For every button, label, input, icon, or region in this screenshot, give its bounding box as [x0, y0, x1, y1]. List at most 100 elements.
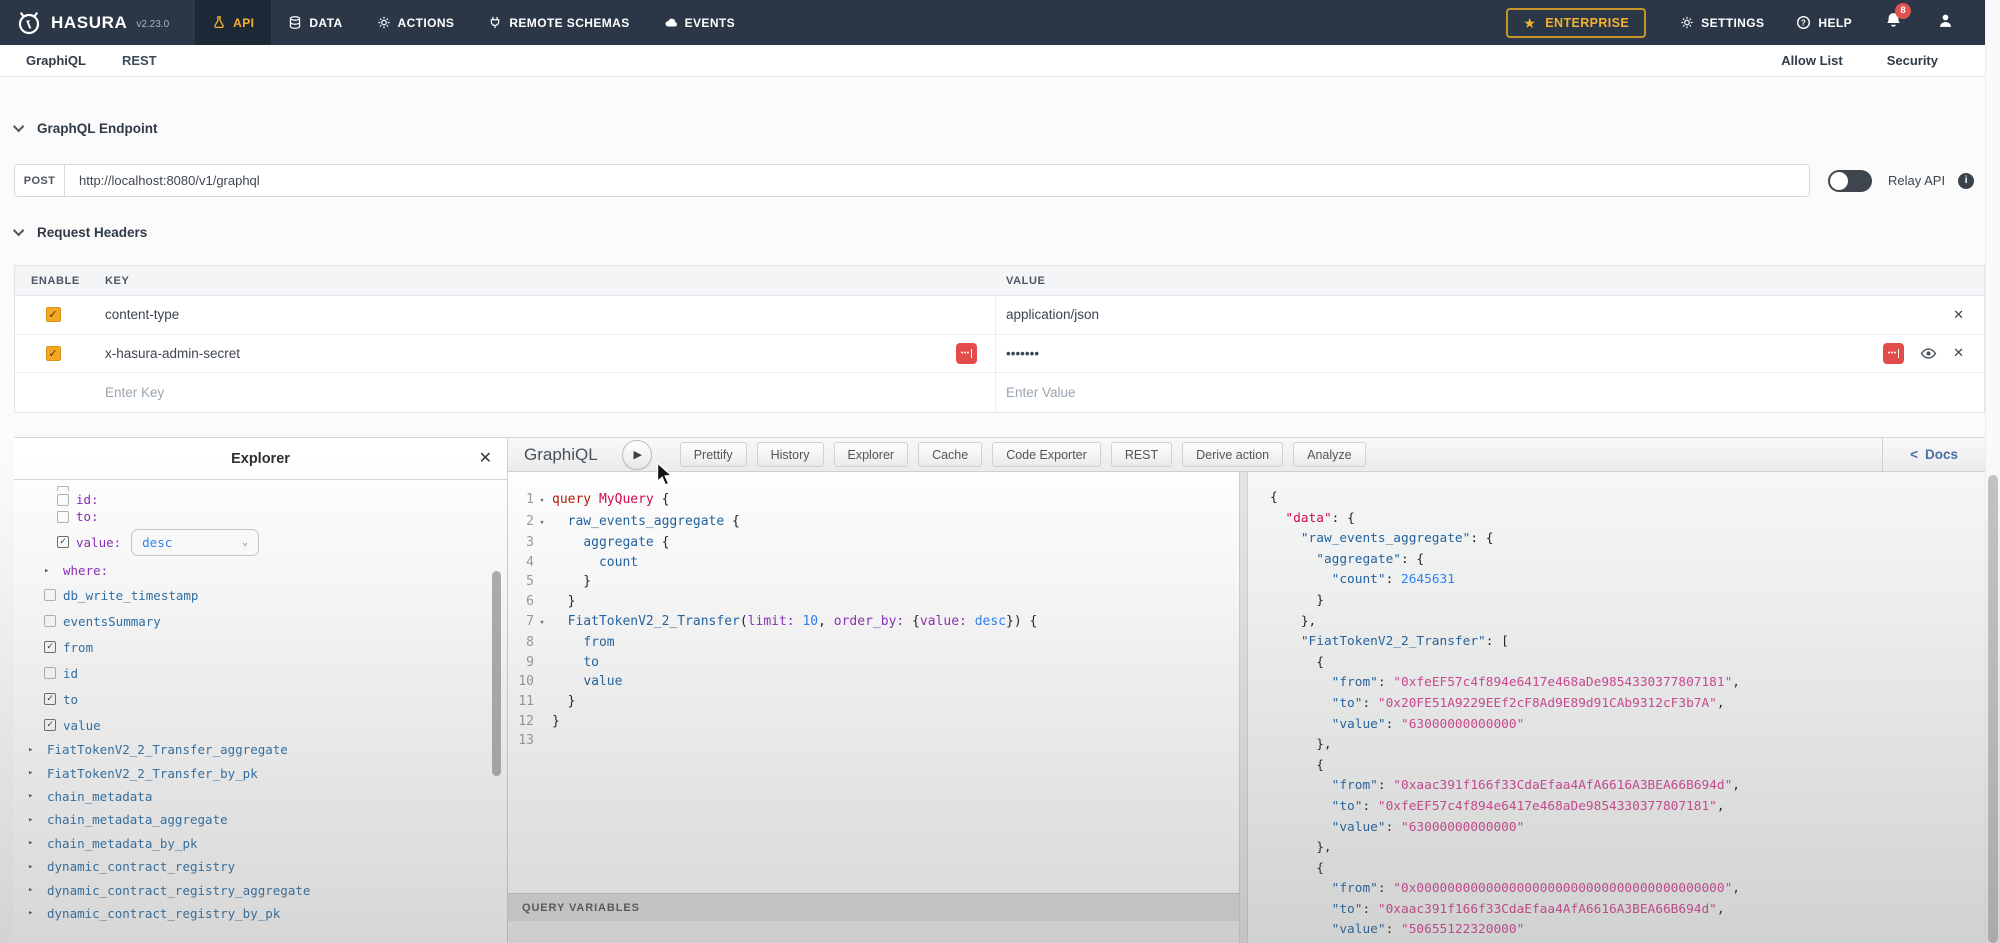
- collapse-arrow-icon[interactable]: ▸: [28, 908, 40, 918]
- page-scrollbar[interactable]: [1985, 0, 2000, 943]
- tab-graphiql[interactable]: GraphiQL: [26, 53, 86, 68]
- fold-arrow-icon[interactable]: ▾: [534, 490, 550, 512]
- collapse-arrow-icon[interactable]: ▸: [44, 566, 56, 576]
- explorer-item-to[interactable]: to:: [14, 508, 507, 525]
- checked-checkbox[interactable]: ✓: [44, 719, 56, 731]
- unchecked-checkbox[interactable]: [57, 511, 69, 523]
- explorer-item-id[interactable]: id:: [14, 491, 507, 508]
- explorer-item-value[interactable]: ✓value: [14, 712, 507, 738]
- explorer-item-FiatTokenV2_2_Transfer_aggregate[interactable]: ▸FiatTokenV2_2_Transfer_aggregate: [14, 738, 507, 761]
- chevron-down-icon[interactable]: [13, 225, 24, 236]
- nav-item-actions[interactable]: ACTIONS: [360, 0, 472, 45]
- explorer-button[interactable]: Explorer: [834, 442, 909, 467]
- star-icon: ★: [1523, 16, 1536, 30]
- explorer-item-label: where:: [63, 563, 108, 578]
- collapse-arrow-icon[interactable]: ▸: [28, 768, 40, 778]
- nav-item-api[interactable]: API: [195, 0, 271, 45]
- collapse-arrow-icon[interactable]: ▸: [28, 862, 40, 872]
- help-button[interactable]: ? HELP: [1796, 15, 1852, 30]
- unchecked-checkbox[interactable]: [57, 486, 69, 491]
- collapse-arrow-icon[interactable]: ▸: [28, 745, 40, 755]
- tab-allow-list[interactable]: Allow List: [1781, 53, 1842, 68]
- derive-action-button[interactable]: Derive action: [1182, 442, 1283, 467]
- explorer-item-dynamic_contract_registry_aggregate[interactable]: ▸dynamic_contract_registry_aggregate: [14, 878, 507, 901]
- nav-item-events[interactable]: EVENTS: [647, 0, 752, 45]
- prettify-button[interactable]: Prettify: [680, 442, 747, 467]
- explorer-item-from[interactable]: ✓from: [14, 634, 507, 660]
- explorer-item-label: chain_metadata: [47, 789, 152, 804]
- query-variables-bar[interactable]: QUERY VARIABLES: [508, 893, 1239, 921]
- collapse-arrow-icon[interactable]: ▸: [28, 815, 40, 825]
- analyze-button[interactable]: Analyze: [1293, 442, 1365, 467]
- explorer-item-dynamic_contract_registry_by_pk[interactable]: ▸dynamic_contract_registry_by_pk: [14, 902, 507, 925]
- code-exporter-button[interactable]: Code Exporter: [992, 442, 1101, 467]
- query-variables-editor[interactable]: [508, 921, 1239, 943]
- execute-query-button[interactable]: ▶: [622, 440, 652, 470]
- response-line: {: [1270, 859, 1985, 880]
- header-value-input[interactable]: [1006, 307, 1937, 322]
- hasura-logo[interactable]: HASURA v2.23.0: [0, 0, 179, 45]
- enterprise-button[interactable]: ★ ENTERPRISE: [1506, 8, 1646, 38]
- header-key-input[interactable]: [105, 346, 956, 361]
- explorer-item-chain_metadata[interactable]: ▸ chain_metadata: [14, 785, 507, 808]
- enable-checkbox[interactable]: ✓: [46, 346, 61, 361]
- user-menu-button[interactable]: [1937, 12, 1954, 34]
- relay-api-toggle[interactable]: [1828, 170, 1872, 192]
- cache-button[interactable]: Cache: [918, 442, 982, 467]
- nav-item-remote-schemas[interactable]: REMOTE SCHEMAS: [471, 0, 646, 45]
- enable-checkbox[interactable]: ✓: [46, 307, 61, 322]
- collapse-arrow-icon[interactable]: ▸: [28, 885, 40, 895]
- collapse-arrow-icon[interactable]: ▸: [28, 791, 40, 801]
- chevron-down-icon[interactable]: [13, 121, 24, 132]
- fold-arrow-icon[interactable]: ▾: [534, 512, 550, 534]
- remove-header-icon[interactable]: ✕: [1953, 345, 1964, 361]
- nav-item-data[interactable]: DATA: [271, 0, 359, 45]
- docs-button[interactable]: < Docs: [1882, 438, 1985, 471]
- settings-button[interactable]: SETTINGS: [1680, 15, 1764, 30]
- line-number-gutter: 1▾: [508, 490, 552, 512]
- unchecked-checkbox[interactable]: [57, 494, 69, 506]
- explorer-item-to[interactable]: ✓to: [14, 686, 507, 712]
- notifications-button[interactable]: 8: [1884, 11, 1903, 35]
- page-scrollbar-thumb[interactable]: [1988, 475, 1998, 943]
- explorer-item-chain_metadata_by_pk[interactable]: ▸chain_metadata_by_pk: [14, 832, 507, 855]
- explorer-item-id[interactable]: id: [14, 660, 507, 686]
- endpoint-url-input[interactable]: [64, 164, 1810, 197]
- remove-header-icon[interactable]: ✕: [1953, 307, 1964, 323]
- explorer-scrollbar-thumb[interactable]: [492, 571, 501, 776]
- checked-checkbox[interactable]: ✓: [44, 641, 56, 653]
- new-header-key-input[interactable]: [105, 385, 977, 400]
- checked-checkbox[interactable]: ✓: [57, 536, 69, 548]
- code-line: 5 }: [508, 572, 1239, 592]
- query-editor[interactable]: 1▾query MyQuery {2▾ raw_events_aggregate…: [508, 472, 1239, 893]
- unchecked-checkbox[interactable]: [44, 615, 56, 627]
- explorer-item-eventsSummary[interactable]: eventsSummary: [14, 608, 507, 634]
- password-manager-icon[interactable]: •••: [956, 343, 977, 364]
- tab-rest[interactable]: REST: [122, 53, 157, 68]
- new-header-value-input[interactable]: [1006, 385, 1964, 400]
- explorer-item-FiatTokenV2_2_Transfer_by_pk[interactable]: ▸FiatTokenV2_2_Transfer_by_pk: [14, 761, 507, 784]
- fold-arrow-icon[interactable]: ▾: [534, 612, 550, 634]
- order-direction-select[interactable]: desc⌄: [131, 529, 259, 556]
- history-button[interactable]: History: [757, 442, 824, 467]
- pane-resize-handle[interactable]: [1239, 472, 1248, 943]
- eye-icon[interactable]: [1920, 345, 1937, 362]
- explorer-item-dynamic_contract_registry[interactable]: ▸dynamic_contract_registry: [14, 855, 507, 878]
- unchecked-checkbox[interactable]: [44, 589, 56, 601]
- unchecked-checkbox[interactable]: [44, 667, 56, 679]
- tab-security[interactable]: Security: [1887, 53, 1938, 68]
- info-icon[interactable]: i: [1958, 173, 1974, 189]
- header-key-input[interactable]: [105, 307, 977, 322]
- explorer-field-tree: id:to:✓value:desc⌄ ▸ where: db_write_timest…: [14, 480, 507, 943]
- close-icon[interactable]: ✕: [479, 448, 492, 468]
- explorer-item-chain_metadata_aggregate[interactable]: ▸chain_metadata_aggregate: [14, 808, 507, 831]
- explorer-item-where[interactable]: ▸ where:: [14, 559, 507, 582]
- explorer-item-value[interactable]: ✓value:desc⌄: [14, 525, 507, 559]
- explorer-item[interactable]: [14, 482, 507, 491]
- password-manager-icon[interactable]: •••: [1883, 343, 1904, 364]
- explorer-item-db_write_timestamp[interactable]: db_write_timestamp: [14, 582, 507, 608]
- rest-button[interactable]: REST: [1111, 442, 1172, 467]
- checked-checkbox[interactable]: ✓: [44, 693, 56, 705]
- collapse-arrow-icon[interactable]: ▸: [28, 838, 40, 848]
- header-value-input[interactable]: [1006, 346, 1883, 361]
